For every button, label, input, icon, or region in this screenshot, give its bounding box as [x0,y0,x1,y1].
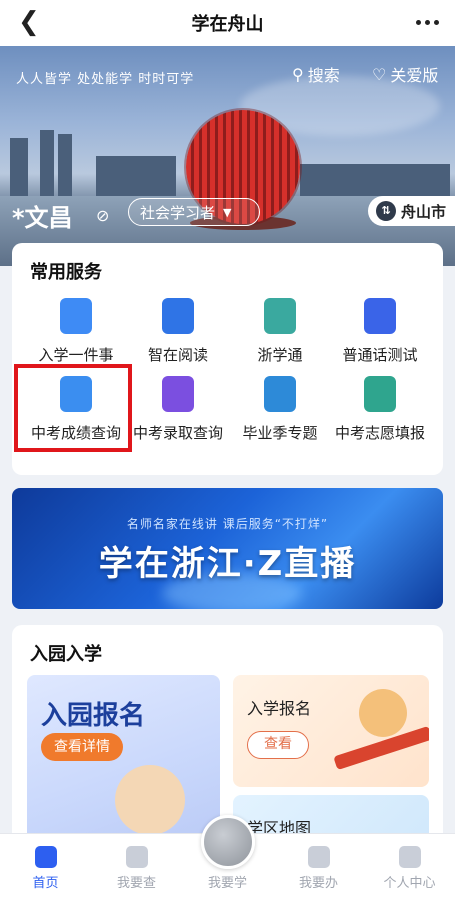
section-title: 常用服务 [30,262,102,283]
page-title: 学在舟山 [191,14,264,35]
search-icon: ⚲ [292,64,304,84]
home-icon [34,846,57,868]
child-illustration [115,765,185,835]
service-item[interactable]: 中考志愿填报 [324,376,436,443]
hero-slogan: 人人皆学 处处能学 时时可学 [16,72,195,87]
promo-subtitle: 名师名家在线讲 课后服务“不打烊” [126,517,329,531]
care-mode-button[interactable]: ♡ 关爱版 [372,62,438,86]
admission-query-icon [162,376,194,412]
hero-banner: 人人皆学 处处能学 时时可学 ⚲ 搜索 ♡ 关爱版 *文昌 ⊘ 社会学习者 ▼ … [0,46,455,266]
more-options-icon[interactable] [416,10,439,34]
tab-profile[interactable]: 个人中心 [364,842,455,891]
school-signup-tile[interactable]: 入学报名 查看 [233,675,429,787]
school-enroll-icon [60,298,92,334]
role-label: 社会学习者 [140,203,216,222]
heart-icon: ♡ [372,64,387,84]
mandarin-test-icon [364,298,396,334]
service-item[interactable]: 浙学通 [224,298,336,365]
tile-title: 入园报名 [41,701,146,731]
service-item[interactable]: 普通话测试 [324,298,436,365]
tab-query[interactable]: 我要查 [91,842,182,891]
graduation-cap-icon [264,376,296,412]
promo-title: 学在浙江·Z直播 [98,544,357,584]
view-details-button[interactable]: 查看详情 [41,733,123,761]
service-item[interactable]: 入学一件事 [20,298,132,365]
application-form-icon [364,376,396,412]
view-button[interactable]: 查看 [247,731,309,759]
service-label: 中考志愿填报 [334,424,425,442]
service-label: 普通话测试 [342,346,418,364]
user-name: *文昌 [12,204,73,232]
service-label: 浙学通 [257,346,303,364]
tab-home[interactable]: 首页 [0,842,91,891]
tab-label: 个人中心 [383,876,436,891]
highlight-box [14,364,132,452]
care-mode-label: 关爱版 [390,66,439,85]
service-item[interactable]: 中考录取查询 [122,376,234,443]
section-title: 入园入学 [30,644,102,665]
zhexuetong-folder-icon [264,298,296,334]
back-arrow-icon[interactable]: ❮ [18,8,48,38]
search-label: 搜索 [307,66,340,85]
city-selector[interactable]: ⇅ 舟山市 [368,196,455,226]
service-label: 智在阅读 [147,346,208,364]
tab-label: 我要办 [298,876,338,891]
role-selector[interactable]: 社会学习者 ▼ [128,198,260,226]
eye-hidden-icon[interactable]: ⊘ [96,206,109,225]
child-illustration [359,689,407,737]
location-switch-icon: ⇅ [376,201,396,221]
tab-label: 我要学 [207,876,247,891]
reading-book-icon [162,298,194,334]
service-label: 毕业季专题 [242,424,318,442]
service-label: 中考录取查询 [132,424,223,442]
search-button[interactable]: ⚲ 搜索 [292,62,340,86]
handle-affairs-icon [307,846,330,868]
tab-label: 我要查 [116,876,156,891]
top-navbar: ❮ 学在舟山 [0,0,455,46]
learn-center-button[interactable] [201,815,255,869]
caret-down-icon: ▼ [223,205,232,219]
promo-banner[interactable]: 名师名家在线讲 课后服务“不打烊” 学在浙江·Z直播 [12,488,443,609]
person-icon [398,846,421,868]
tab-handle[interactable]: 我要办 [273,842,364,891]
service-item[interactable]: 毕业季专题 [224,376,336,443]
tab-label: 首页 [32,876,59,891]
search-query-icon [125,846,148,868]
tile-title: 入学报名 [247,699,312,718]
service-item[interactable]: 智在阅读 [122,298,234,365]
service-label: 入学一件事 [38,346,114,364]
city-label: 舟山市 [401,202,447,221]
